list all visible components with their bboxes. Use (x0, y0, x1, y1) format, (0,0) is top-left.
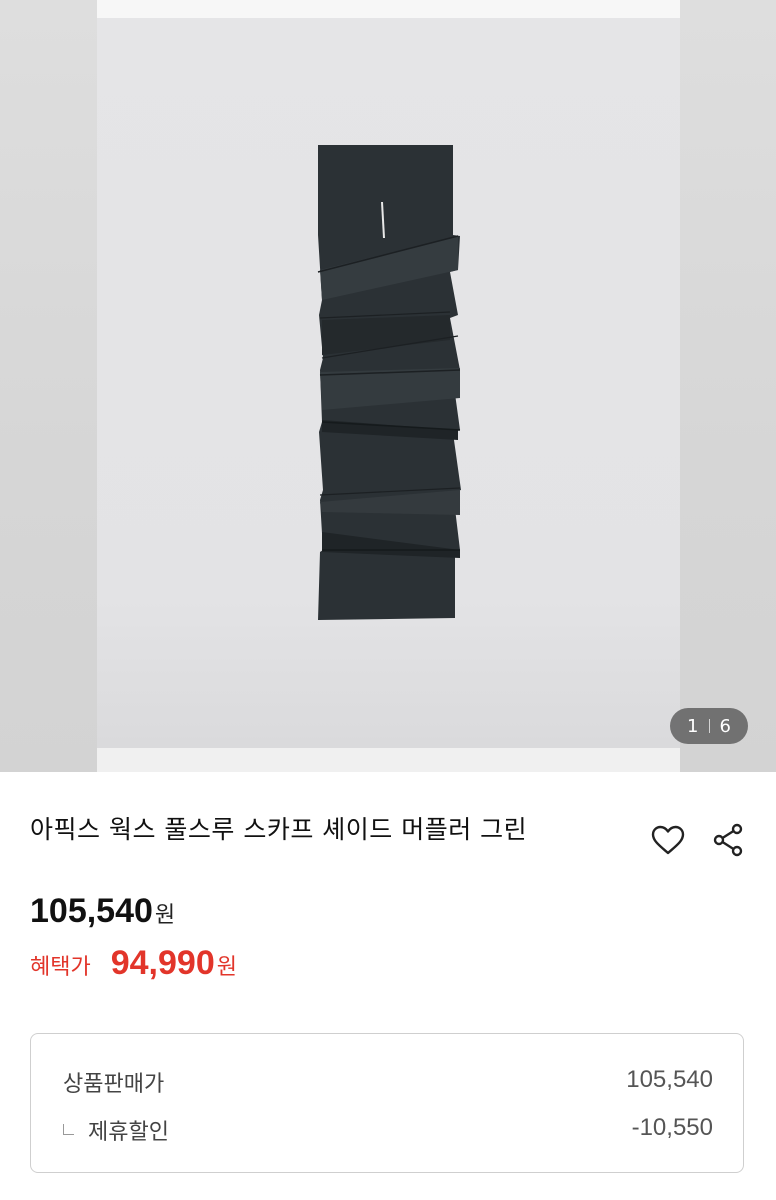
price-breakdown-box: 상품판매가 105,540 제휴할인 -10,550 (30, 1033, 744, 1173)
sale-price-unit: 원 (216, 955, 237, 980)
share-button[interactable] (708, 820, 748, 860)
like-button[interactable] (648, 820, 688, 860)
original-price-unit: 원 (154, 903, 176, 928)
sale-price-value: 94,990 (110, 944, 215, 982)
original-price: 105,540 원 (30, 892, 175, 931)
product-photo (317, 145, 461, 620)
sub-item-corner-icon (63, 1124, 74, 1135)
current-page: 1 (687, 715, 699, 737)
sale-label: 혜택가 (30, 955, 91, 980)
product-title: 아픽스 웍스 풀스루 스카프 셰이드 머플러 그린 (30, 815, 528, 844)
sale-price-row: 혜택가 94,990 원 (30, 944, 237, 983)
heart-icon (651, 825, 685, 855)
product-title-row: 아픽스 웍스 풀스루 스카프 셰이드 머플러 그린 (0, 772, 776, 884)
share-icon (713, 823, 743, 857)
breakdown-label-wrap: 제휴할인 (63, 1114, 169, 1146)
page-separator (708, 719, 710, 733)
breakdown-row: 제휴할인 -10,550 (63, 1114, 713, 1146)
product-image-gallery[interactable]: 1 6 (0, 0, 776, 772)
gallery-side-left (0, 0, 97, 772)
total-pages: 6 (719, 715, 731, 737)
breakdown-row: 상품판매가 105,540 (63, 1066, 713, 1098)
breakdown-value: 105,540 (626, 1066, 713, 1093)
breakdown-value: -10,550 (631, 1114, 713, 1141)
price-block: 105,540 원 혜택가 94,990 원 (0, 884, 776, 1004)
page-indicator: 1 6 (670, 708, 748, 744)
breakdown-label: 상품판매가 (63, 1072, 165, 1097)
gallery-side-right (680, 0, 776, 772)
original-price-value: 105,540 (30, 892, 153, 930)
breakdown-label: 제휴할인 (88, 1120, 169, 1145)
